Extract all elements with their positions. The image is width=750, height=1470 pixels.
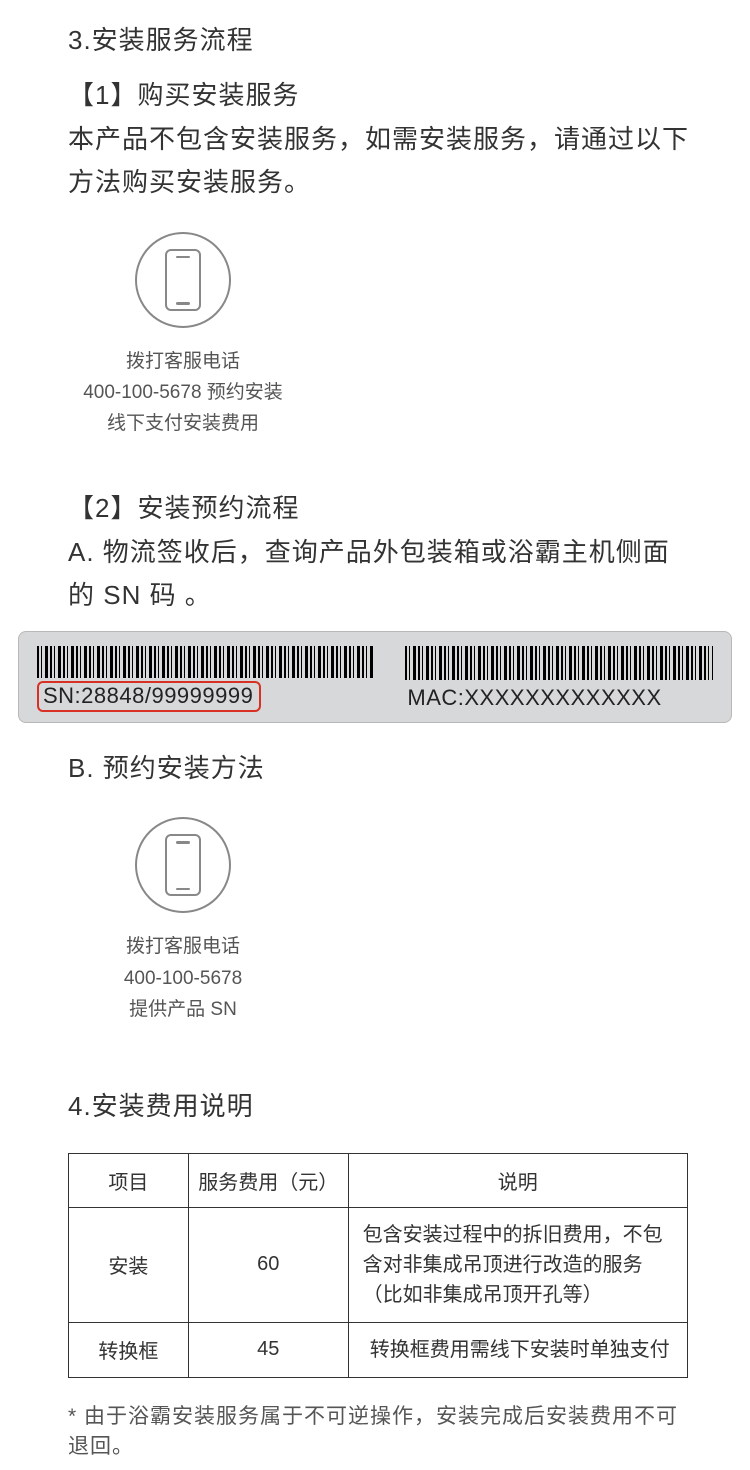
- cell-desc: 包含安装过程中的拆旧费用，不包含对非集成吊顶进行改造的服务（比如非集成吊顶开孔等…: [348, 1207, 687, 1322]
- th-item: 项目: [69, 1153, 189, 1207]
- step-1-body: 本产品不包含安装服务，如需安装服务，请通过以下方法购买安装服务。: [68, 118, 690, 204]
- table-row: 安装 60 包含安装过程中的拆旧费用，不包含对非集成吊顶进行改造的服务（比如非集…: [69, 1207, 688, 1322]
- cell-item: 安装: [69, 1207, 189, 1322]
- footnote: * 由于浴霸安装服务属于不可逆操作，安装完成后安装费用不可退回。: [68, 1400, 690, 1460]
- phone-icon: [135, 817, 231, 913]
- step-2-heading: 【2】安装预约流程: [68, 488, 690, 525]
- cell-desc: 转换框费用需线下安装时单独支付: [348, 1322, 687, 1377]
- phone-contact-block-1: 拨打客服电话 400-100-5678 预约安装 线下支付安装费用: [68, 232, 298, 440]
- caption-line: 400-100-5678: [124, 963, 242, 994]
- caption-line: 400-100-5678 预约安装: [83, 377, 283, 408]
- caption-line: 提供产品 SN: [124, 994, 242, 1025]
- phone-caption-1: 拨打客服电话 400-100-5678 预约安装 线下支付安装费用: [83, 346, 283, 440]
- phone-contact-block-2: 拨打客服电话 400-100-5678 提供产品 SN: [68, 817, 298, 1025]
- th-desc: 说明: [348, 1153, 687, 1207]
- sn-code-highlight: SN:28848/99999999: [37, 681, 261, 712]
- barcode-graphic-mac: [405, 646, 713, 680]
- phone-icon: [135, 232, 231, 328]
- cell-fee: 60: [188, 1207, 348, 1322]
- fee-table: 项目 服务费用（元） 说明 安装 60 包含安装过程中的拆旧费用，不包含对非集成…: [68, 1153, 688, 1378]
- table-header-row: 项目 服务费用（元） 说明: [69, 1153, 688, 1207]
- phone-caption-2: 拨打客服电话 400-100-5678 提供产品 SN: [124, 931, 242, 1025]
- step-2-body-b: B. 预约安装方法: [68, 747, 690, 790]
- caption-line: 拨打客服电话: [83, 346, 283, 377]
- cell-fee: 45: [188, 1322, 348, 1377]
- section-3-title: 3.安装服务流程: [68, 20, 690, 57]
- caption-line: 拨打客服电话: [124, 931, 242, 962]
- barcode-graphic-sn: [37, 646, 375, 678]
- cell-item: 转换框: [69, 1322, 189, 1377]
- th-fee: 服务费用（元）: [188, 1153, 348, 1207]
- mac-code: MAC:XXXXXXXXXXXXX: [405, 684, 713, 712]
- step-2-body-a: A. 物流签收后，查询产品外包装箱或浴霸主机侧面的 SN 码 。: [68, 531, 690, 617]
- section-4-title: 4.安装费用说明: [68, 1086, 690, 1123]
- caption-line: 线下支付安装费用: [83, 408, 283, 439]
- step-1-heading: 【1】购买安装服务: [68, 75, 690, 112]
- table-row: 转换框 45 转换框费用需线下安装时单独支付: [69, 1322, 688, 1377]
- barcode-label: SN:28848/99999999 MAC:XXXXXXXXXXXXX: [18, 631, 732, 723]
